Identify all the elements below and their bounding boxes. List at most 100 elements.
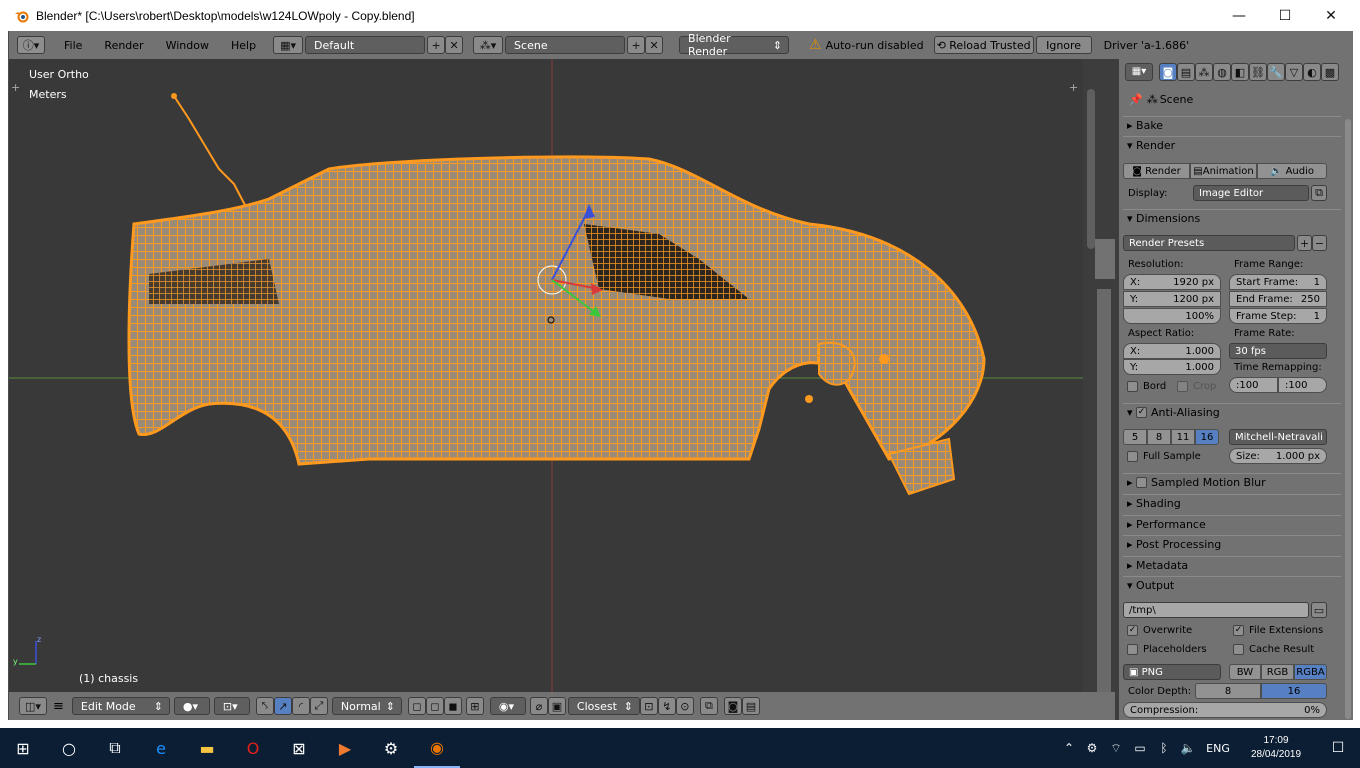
remove-preset-icon[interactable]: − [1312,235,1327,251]
border-checkbox[interactable] [1127,381,1138,392]
depth-16-button[interactable]: 16 [1261,683,1327,699]
aa-filter-select[interactable]: Mitchell-Netravali [1229,429,1327,445]
crop-checkbox[interactable] [1177,381,1188,392]
render-engine-select[interactable]: Blender Render ⇕ [679,32,790,58]
layers-tab-icon[interactable]: ▤ [1177,63,1195,81]
aa-size-field[interactable]: Size: 1.000 px [1229,448,1327,464]
data-tab-icon[interactable]: ▽ [1285,63,1303,81]
panel-performance[interactable]: ▸ Performance [1123,515,1341,533]
object-tab-icon[interactable]: ◧ [1231,63,1249,81]
volume-icon[interactable]: 🔈 [1176,728,1200,768]
remap-new-field[interactable]: :100 [1278,377,1327,393]
menu-help[interactable]: Help [220,39,267,52]
3d-viewport[interactable]: User Ortho Meters (1) chassis z y + + [9,59,1083,692]
notifications-icon[interactable]: ☐ [1316,728,1360,768]
language-indicator[interactable]: ENG [1200,728,1236,768]
bluetooth-icon[interactable]: ᛒ [1152,728,1176,768]
render-tab-icon[interactable]: ◙ [1159,63,1177,81]
ignore-button[interactable]: Ignore [1035,36,1092,54]
mode-select[interactable]: Edit Mode ⇕ [71,697,170,715]
scale-icon[interactable]: ⤢ [309,697,328,715]
add-preset-icon[interactable]: + [1297,235,1312,251]
rgba-button[interactable]: RGBA [1294,664,1327,680]
full-sample-checkbox[interactable] [1127,451,1138,462]
vertex-select-icon[interactable]: ◻ [407,697,426,715]
aa-sample-16[interactable]: 16 [1195,429,1219,445]
opera-icon[interactable]: O [230,728,276,768]
remove-layout-icon[interactable]: ✕ [445,36,464,54]
snap-project-icon[interactable]: ↯ [657,697,676,715]
pin-icon[interactable]: 📌 [1129,93,1143,106]
panel-dimensions[interactable]: ▾ Dimensions [1123,209,1341,227]
aspect-x-field[interactable]: X: 1.000 [1123,343,1221,359]
menu-toggle-icon[interactable]: ≡ [53,699,64,714]
editor-type-icon[interactable]: ⓘ▾ [17,36,45,54]
toolshelf-toggle-icon[interactable]: + [11,81,20,94]
display-toggle-icon[interactable]: ⧉ [1311,185,1327,201]
menu-render[interactable]: Render [93,39,154,52]
scene-tab-icon[interactable]: ⁂ [1195,63,1213,81]
task-view-icon[interactable]: ⧉ [92,728,138,768]
bw-button[interactable]: BW [1229,664,1261,680]
panel-shading[interactable]: ▸ Shading [1123,494,1341,512]
frame-rate-select[interactable]: 30 fps [1229,343,1327,359]
media-player-icon[interactable]: ▶ [322,728,368,768]
manipulator-toggle-icon[interactable]: ⤣ [255,697,274,715]
proportional-select[interactable]: ◉▾ [489,697,526,715]
animation-button[interactable]: ▤ Animation [1190,163,1257,179]
render-presets-select[interactable]: Render Presets [1123,235,1295,251]
props-editor-type-icon[interactable]: ▦▾ [1125,63,1153,81]
network-icon[interactable]: ▭ [1128,728,1152,768]
res-x-field[interactable]: X: 1920 px [1123,274,1221,290]
add-scene-icon[interactable]: + [627,36,646,54]
panel-render[interactable]: ▾ Render [1123,136,1341,154]
snap-element-icon[interactable]: ▣ [547,697,566,715]
limit-selection-icon[interactable]: ⊞ [465,697,484,715]
aa-sample-8[interactable]: 8 [1147,429,1171,445]
minimize-button[interactable]: — [1216,0,1262,31]
menu-window[interactable]: Window [155,39,220,52]
frame-step-field[interactable]: Frame Step: 1 [1229,308,1327,324]
steam-tray-icon[interactable]: ⚙ [1080,728,1104,768]
panel-output[interactable]: ▾ Output [1123,576,1341,594]
copy-icon[interactable]: ⧉ [699,697,718,715]
cache-result-checkbox[interactable] [1233,644,1244,655]
viewport-editor-icon[interactable]: ◫▾ [19,697,47,715]
menu-file[interactable]: File [53,39,93,52]
search-icon[interactable]: ○ [46,728,92,768]
snap-align-icon[interactable]: ⊡ [639,697,658,715]
start-windows-icon[interactable]: ⊞ [0,728,46,768]
orientation-select[interactable]: Normal ⇕ [331,697,402,715]
maximize-button[interactable]: ☐ [1262,0,1308,31]
motion-blur-checkbox[interactable] [1136,477,1148,488]
material-tab-icon[interactable]: ◐ [1303,63,1321,81]
render-camera-icon[interactable]: ◙ [723,697,742,715]
output-path-field[interactable]: /tmp\ [1123,602,1309,618]
steam-icon[interactable]: ⚙ [368,728,414,768]
rotate-icon[interactable]: ◜ [291,697,310,715]
compression-field[interactable]: Compression: 0% [1123,702,1327,718]
folder-icon[interactable]: ▭ [1311,602,1327,618]
audio-button[interactable]: 🔈 Audio [1257,163,1327,179]
store-icon[interactable]: ⊠ [276,728,322,768]
layout-field[interactable]: Default [305,36,426,54]
props-scrollbar[interactable] [1345,119,1351,719]
file-format-select[interactable]: ▣ PNG [1123,664,1221,680]
remove-scene-icon[interactable]: ✕ [645,36,664,54]
res-percent-field[interactable]: 100% [1123,308,1221,324]
clock[interactable]: 17:09 28/04/2019 [1236,734,1316,762]
panel-metadata[interactable]: ▸ Metadata [1123,556,1341,574]
close-button[interactable]: ✕ [1308,0,1354,31]
file-extensions-checkbox[interactable]: ✓ [1233,625,1244,636]
render-clapper-icon[interactable]: ▤ [741,697,760,715]
panel-anti-aliasing[interactable]: ▾ ✓ Anti-Aliasing [1123,403,1341,421]
display-select[interactable]: Image Editor [1193,185,1309,201]
file-explorer-icon[interactable]: ▬ [184,728,230,768]
snap-toggle-icon[interactable]: ⌀ [529,697,548,715]
world-tab-icon[interactable]: ◍ [1213,63,1231,81]
modifiers-tab-icon[interactable]: 🔧 [1267,63,1285,81]
editor-type-icon-2[interactable] [1095,239,1115,279]
res-y-field[interactable]: Y: 1200 px [1123,291,1221,307]
texture-tab-icon[interactable]: ▩ [1321,63,1339,81]
overwrite-checkbox[interactable]: ✓ [1127,625,1138,636]
